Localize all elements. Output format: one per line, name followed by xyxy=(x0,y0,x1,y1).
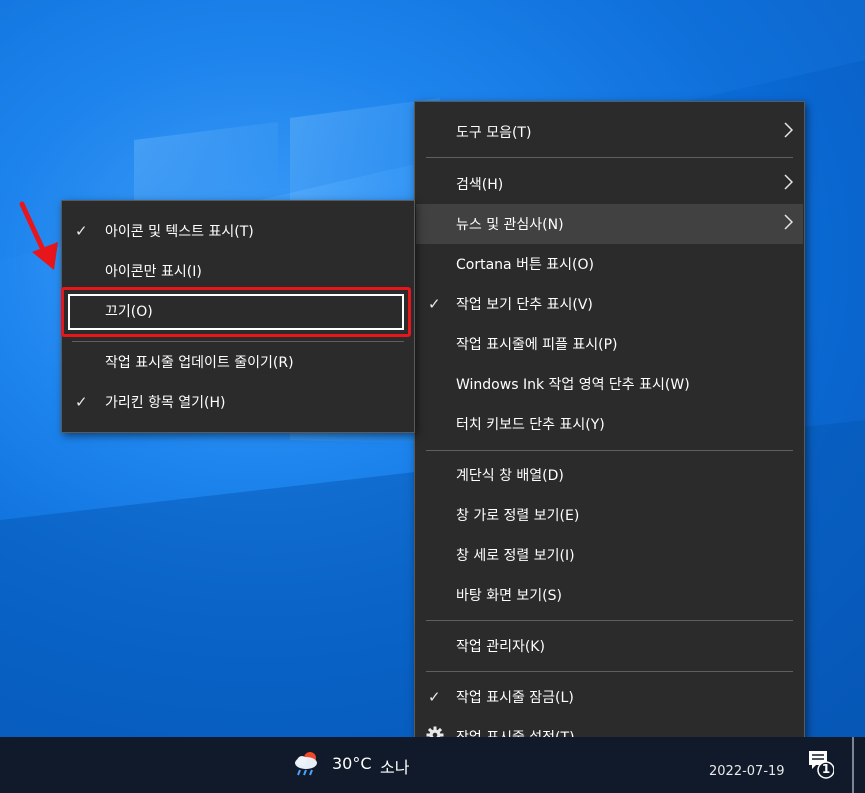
chevron-right-icon xyxy=(783,122,794,142)
menu-item-side-by-side[interactable]: 창 세로 정렬 보기(I) xyxy=(416,535,803,575)
check-icon: ✓ xyxy=(75,222,88,240)
menu-item-label: 검색(H) xyxy=(456,177,504,193)
menu-item-label: 뉴스 및 관심사(N) xyxy=(456,217,564,233)
menu-item-label: 가리킨 항목 열기(H) xyxy=(105,395,226,411)
menu-separator xyxy=(426,157,793,158)
menu-item-label: 아이콘만 표시(I) xyxy=(105,264,202,280)
menu-separator xyxy=(426,450,793,451)
menu-separator xyxy=(426,620,793,621)
menu-item-news-interests[interactable]: 뉴스 및 관심사(N) xyxy=(416,204,803,244)
menu-item-label: 창 가로 정렬 보기(E) xyxy=(456,508,580,524)
menu-item-label: 계단식 창 배열(D) xyxy=(456,468,564,484)
check-icon: ✓ xyxy=(75,393,88,411)
weather-cloud-rain-icon[interactable] xyxy=(292,750,322,780)
menu-item-label: 작업 보기 단추 표시(V) xyxy=(456,297,593,313)
menu-item-show-desktop[interactable]: 바탕 화면 보기(S) xyxy=(416,575,803,615)
check-icon: ✓ xyxy=(428,688,441,706)
taskbar-context-menu: 도구 모음(T) 검색(H) 뉴스 및 관심사(N) Cortana 버튼 표시… xyxy=(414,101,805,767)
weather-temperature[interactable]: 30°C xyxy=(332,754,372,773)
menu-item-label: 작업 관리자(K) xyxy=(456,639,545,655)
submenu-item-open-on-hover[interactable]: ✓ 가리킨 항목 열기(H) xyxy=(63,382,413,422)
clock-date[interactable]: 2022-07-19 xyxy=(709,764,785,779)
menu-item-label: Cortana 버튼 표시(O) xyxy=(456,257,594,273)
menu-item-label: 창 세로 정렬 보기(I) xyxy=(456,548,575,564)
menu-item-label: 작업 표시줄 잠금(L) xyxy=(456,690,574,706)
menu-item-label: 바탕 화면 보기(S) xyxy=(456,588,562,604)
notification-icon[interactable]: 1 xyxy=(806,749,835,783)
menu-item-search[interactable]: 검색(H) xyxy=(416,164,803,204)
menu-item-toolbars[interactable]: 도구 모음(T) xyxy=(416,112,803,152)
menu-item-label: 아이콘 및 텍스트 표시(T) xyxy=(105,224,254,240)
menu-item-label: 도구 모음(T) xyxy=(456,125,532,141)
menu-item-label: Windows Ink 작업 영역 단추 표시(W) xyxy=(456,377,690,393)
menu-item-stacked[interactable]: 창 가로 정렬 보기(E) xyxy=(416,495,803,535)
menu-item-label: 터치 키보드 단추 표시(Y) xyxy=(456,417,605,433)
chevron-right-icon xyxy=(783,214,794,234)
weather-description[interactable]: 소나 xyxy=(380,754,409,778)
menu-item-lock-taskbar[interactable]: ✓ 작업 표시줄 잠금(L) xyxy=(416,677,803,717)
menu-item-windows-ink[interactable]: Windows Ink 작업 영역 단추 표시(W) xyxy=(416,364,803,404)
submenu-item-icon-and-text[interactable]: ✓ 아이콘 및 텍스트 표시(T) xyxy=(63,211,413,251)
menu-item-cascade[interactable]: 계단식 창 배열(D) xyxy=(416,455,803,495)
taskbar: 30°C 소나 2022-07-19 1 xyxy=(0,737,865,793)
menu-item-people[interactable]: 작업 표시줄에 피플 표시(P) xyxy=(416,324,803,364)
chevron-right-icon xyxy=(783,174,794,194)
menu-item-label: 작업 표시줄 업데이트 줄이기(R) xyxy=(105,355,294,371)
menu-item-touch-keyboard[interactable]: 터치 키보드 단추 표시(Y) xyxy=(416,404,803,444)
menu-separator xyxy=(426,671,793,672)
show-desktop-divider[interactable] xyxy=(852,737,854,793)
menu-item-task-manager[interactable]: 작업 관리자(K) xyxy=(416,626,803,666)
menu-item-cortana-button[interactable]: Cortana 버튼 표시(O) xyxy=(416,244,803,284)
submenu-item-icon-only[interactable]: 아이콘만 표시(I) xyxy=(63,251,413,291)
menu-item-task-view-button[interactable]: ✓ 작업 보기 단추 표시(V) xyxy=(416,284,803,324)
red-arrow-icon xyxy=(19,201,58,270)
check-icon: ✓ xyxy=(428,295,441,313)
submenu-item-reduce-updates[interactable]: 작업 표시줄 업데이트 줄이기(R) xyxy=(63,342,413,382)
annotation-highlight-box xyxy=(61,287,411,337)
menu-item-label: 작업 표시줄에 피플 표시(P) xyxy=(456,337,618,353)
notification-count-badge: 1 xyxy=(821,762,831,776)
